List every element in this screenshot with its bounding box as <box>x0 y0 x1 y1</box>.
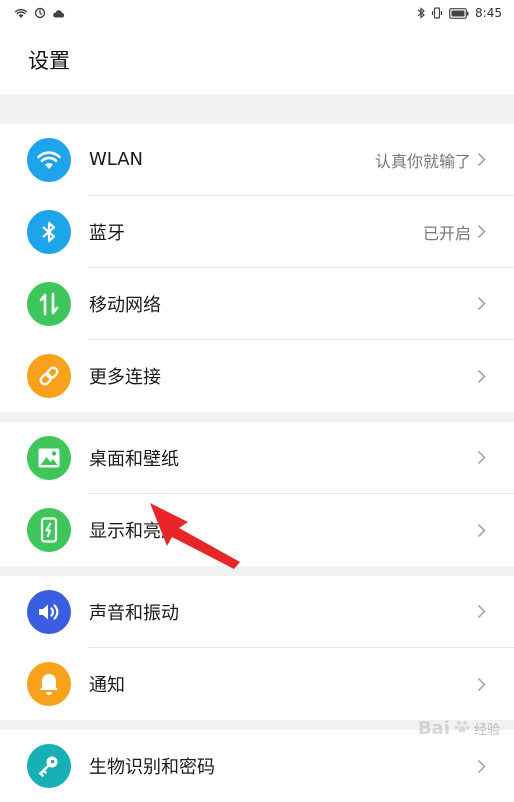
row-right <box>477 677 486 692</box>
chevron-right-icon <box>477 677 486 692</box>
chevron-right-icon <box>477 369 486 384</box>
wlan-network-name: 认真你就输了 <box>374 151 471 171</box>
volume-icon <box>27 590 71 634</box>
row-right <box>477 759 486 774</box>
battery-status-icon <box>449 7 469 19</box>
chevron-right-icon <box>477 759 486 774</box>
row-body: WLAN 认真你就输了 <box>89 124 514 196</box>
settings-item-bluetooth[interactable]: 蓝牙 已开启 <box>0 196 514 268</box>
bell-icon <box>27 662 71 706</box>
row-body: 声音和振动 <box>89 576 514 648</box>
key-icon <box>27 744 71 788</box>
settings-item-label: 显示和亮度 <box>89 521 179 542</box>
row-right <box>477 523 486 538</box>
row-body: 移动网络 <box>89 268 514 340</box>
settings-item-label: 声音和振动 <box>89 602 179 624</box>
row-right <box>477 450 486 465</box>
chevron-right-icon <box>477 296 486 311</box>
chevron-right-icon <box>477 224 486 239</box>
link-icon <box>27 354 71 398</box>
settings-item-notifications[interactable]: 通知 <box>0 648 514 720</box>
settings-item-label: 更多连接 <box>89 367 161 388</box>
bluetooth-status-icon <box>417 7 425 19</box>
row-right <box>477 296 486 311</box>
row-right <box>477 604 486 619</box>
row-body: 显示和亮度 <box>89 494 514 566</box>
settings-item-label: 通知 <box>89 675 125 696</box>
settings-item-label: WLAN <box>89 149 144 170</box>
status-left <box>14 7 65 19</box>
cloud-status-icon <box>52 9 65 18</box>
settings-item-sound-vibration[interactable]: 声音和振动 <box>0 576 514 648</box>
settings-item-mobile-network[interactable]: 移动网络 <box>0 268 514 340</box>
row-body: 更多连接 <box>89 340 514 412</box>
status-right: 8:45 <box>417 6 502 20</box>
bluetooth-status: 已开启 <box>422 223 471 243</box>
row-right: 认真你就输了 <box>375 148 486 172</box>
row-body: 桌面和壁纸 <box>89 422 514 494</box>
chevron-right-icon <box>477 604 486 619</box>
header: 设置 <box>0 26 514 94</box>
sync-status-icon <box>34 7 46 19</box>
settings-group-sound: 声音和振动 通知 <box>0 576 514 720</box>
settings-item-home-wallpaper[interactable]: 桌面和壁纸 <box>0 422 514 494</box>
settings-group-display: 桌面和壁纸 显示和亮度 <box>0 422 514 566</box>
row-body: 蓝牙 已开启 <box>89 196 514 268</box>
watermark-logo: Bai <box>417 718 450 739</box>
wifi-status-icon <box>14 8 28 19</box>
chevron-right-icon <box>477 152 486 167</box>
settings-group-security: 生物识别和密码 <box>0 730 514 802</box>
settings-item-more-connections[interactable]: 更多连接 <box>0 340 514 412</box>
settings-item-label: 桌面和壁纸 <box>89 448 179 470</box>
settings-item-wlan[interactable]: WLAN 认真你就输了 <box>0 124 514 196</box>
watermark-text: 经验 <box>473 723 500 738</box>
status-bar: 8:45 <box>0 0 514 26</box>
settings-item-biometrics-password[interactable]: 生物识别和密码 <box>0 730 514 802</box>
settings-group-connections: WLAN 认真你就输了 蓝牙 已开启 移动网络 更多连接 <box>0 124 514 412</box>
row-body: 通知 <box>89 648 514 720</box>
bluetooth-icon <box>27 210 71 254</box>
row-body: 生物识别和密码 <box>89 730 514 802</box>
settings-item-label: 移动网络 <box>89 294 161 316</box>
status-time: 8:45 <box>475 6 502 20</box>
mobile-data-icon <box>27 282 71 326</box>
row-right: 已开启 <box>423 220 486 244</box>
display-brightness-icon <box>27 508 71 552</box>
wifi-icon <box>27 138 71 182</box>
row-right <box>477 369 486 384</box>
vibrate-status-icon <box>431 7 443 19</box>
chevron-right-icon <box>477 450 486 465</box>
chevron-right-icon <box>477 523 486 538</box>
settings-item-display-brightness[interactable]: 显示和亮度 <box>0 494 514 566</box>
watermark: Bai 经验 <box>418 718 500 739</box>
page-title: 设置 <box>28 49 70 73</box>
settings-item-label: 蓝牙 <box>89 222 125 244</box>
wallpaper-icon <box>27 436 71 480</box>
watermark-paw-icon <box>454 719 470 739</box>
